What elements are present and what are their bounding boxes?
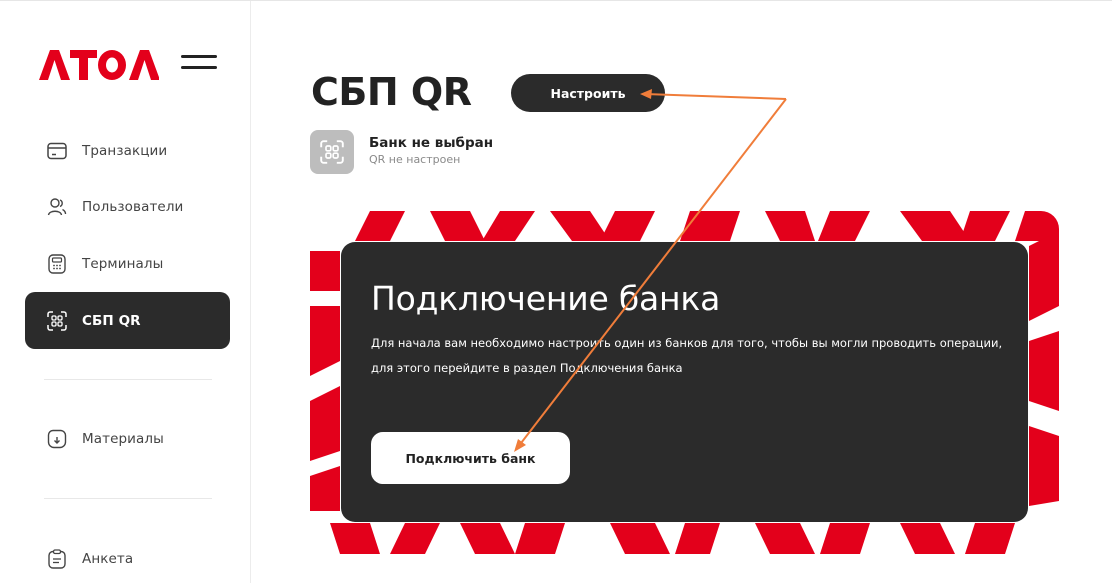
sidebar-item-label: Транзакции — [82, 142, 168, 159]
sidebar-item-label: СБП QR — [82, 312, 141, 329]
sidebar-item-questionnaire[interactable]: Анкета — [25, 530, 230, 583]
sidebar-item-materials[interactable]: Материалы — [25, 410, 230, 467]
card-icon — [45, 139, 69, 163]
qr-icon — [45, 309, 69, 333]
sidebar: Транзакции Пользователи Терминалы СБП QR… — [0, 1, 251, 583]
bank-name: Банк не выбран — [369, 135, 494, 151]
bank-status: QR не настроен — [369, 153, 461, 166]
banner-title: Подключение банка — [371, 279, 721, 318]
sidebar-item-label: Анкета — [82, 550, 134, 567]
download-doc-icon — [45, 427, 69, 451]
sidebar-item-users[interactable]: Пользователи — [25, 178, 230, 235]
users-icon — [45, 195, 69, 219]
atol-logo[interactable] — [37, 46, 160, 86]
sidebar-item-label: Материалы — [82, 430, 164, 447]
connect-bank-button[interactable]: Подключить банк — [371, 432, 570, 484]
qr-icon — [310, 130, 354, 174]
terminal-icon — [45, 252, 69, 276]
setup-button[interactable]: Настроить — [511, 74, 665, 112]
form-icon — [45, 547, 69, 571]
sidebar-item-label: Терминалы — [82, 255, 164, 272]
page-title: СБП QR — [311, 70, 472, 114]
sidebar-item-label: Пользователи — [82, 198, 184, 215]
sidebar-divider — [44, 498, 212, 499]
sidebar-item-terminals[interactable]: Терминалы — [25, 235, 230, 292]
hamburger-menu-icon[interactable] — [181, 53, 217, 73]
sidebar-item-sbp-qr[interactable]: СБП QR — [25, 292, 230, 349]
sidebar-divider — [44, 379, 212, 380]
banner-text: Для начала вам необходимо настроить один… — [371, 336, 1003, 375]
sidebar-item-transactions[interactable]: Транзакции — [25, 122, 230, 179]
